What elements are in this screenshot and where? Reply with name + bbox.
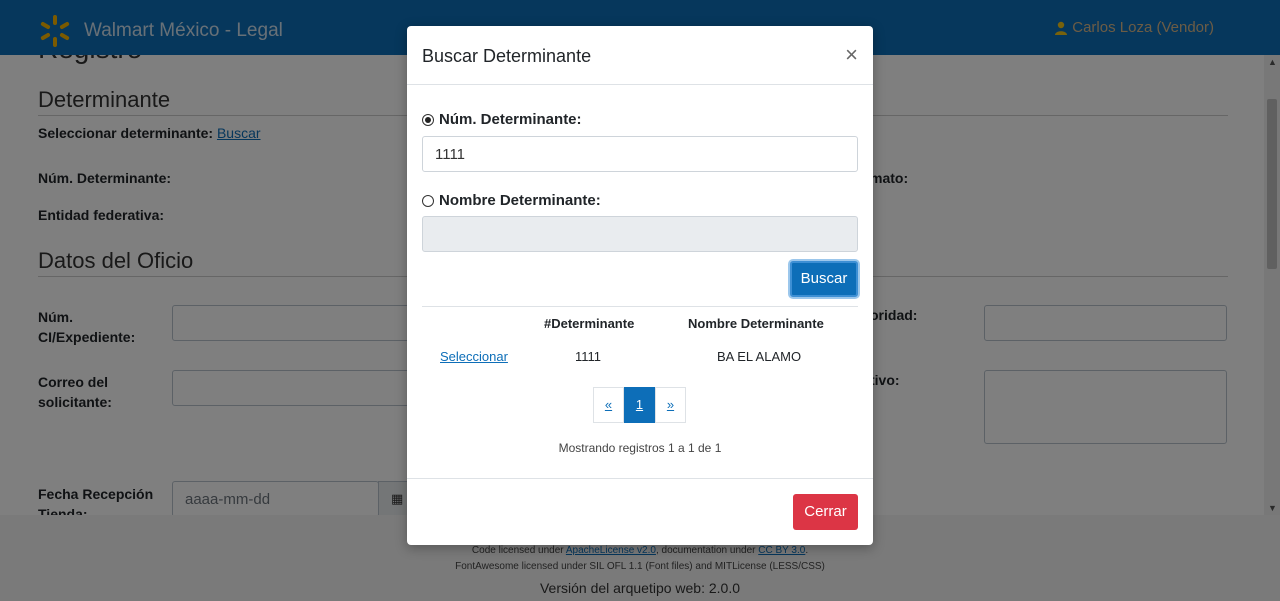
pagination: « 1 »	[593, 387, 686, 423]
close-icon[interactable]: ×	[845, 42, 858, 68]
modal-title: Buscar Determinante	[422, 46, 592, 66]
table-row-num: 1111	[575, 349, 602, 364]
radio-on-icon[interactable]	[422, 113, 434, 126]
pager-page-1[interactable]: 1	[624, 387, 655, 423]
radio-num-determinante[interactable]: Núm. Determinante:	[422, 111, 582, 128]
col-header-nombre: Nombre Determinante	[688, 316, 824, 331]
radio-nombre-label: Nombre Determinante:	[439, 192, 601, 209]
col-header-num: #Determinante	[544, 316, 635, 331]
modal-footer-divider	[407, 478, 873, 479]
buscar-button[interactable]: Buscar	[790, 261, 858, 297]
table-row-action[interactable]: Seleccionar	[440, 349, 508, 364]
radio-nombre-determinante[interactable]: Nombre Determinante:	[422, 192, 601, 209]
results-table-border	[422, 306, 858, 307]
table-row-nombre: BA EL ALAMO	[717, 349, 802, 364]
pager-prev[interactable]: «	[593, 387, 624, 423]
radio-off-icon[interactable]	[422, 194, 434, 207]
cerrar-button[interactable]: Cerrar	[793, 494, 858, 530]
nombre-determinante-input	[422, 216, 858, 252]
modal-header: Buscar Determinante ×	[407, 26, 873, 85]
buscar-determinante-modal: Buscar Determinante × Núm. Determinante:…	[407, 26, 873, 545]
radio-num-label: Núm. Determinante:	[439, 111, 582, 128]
pager-next[interactable]: »	[655, 387, 686, 423]
seleccionar-link[interactable]: Seleccionar	[440, 349, 508, 364]
records-summary: Mostrando registros 1 a 1 de 1	[558, 441, 722, 455]
num-determinante-input[interactable]: 1111	[422, 136, 858, 172]
